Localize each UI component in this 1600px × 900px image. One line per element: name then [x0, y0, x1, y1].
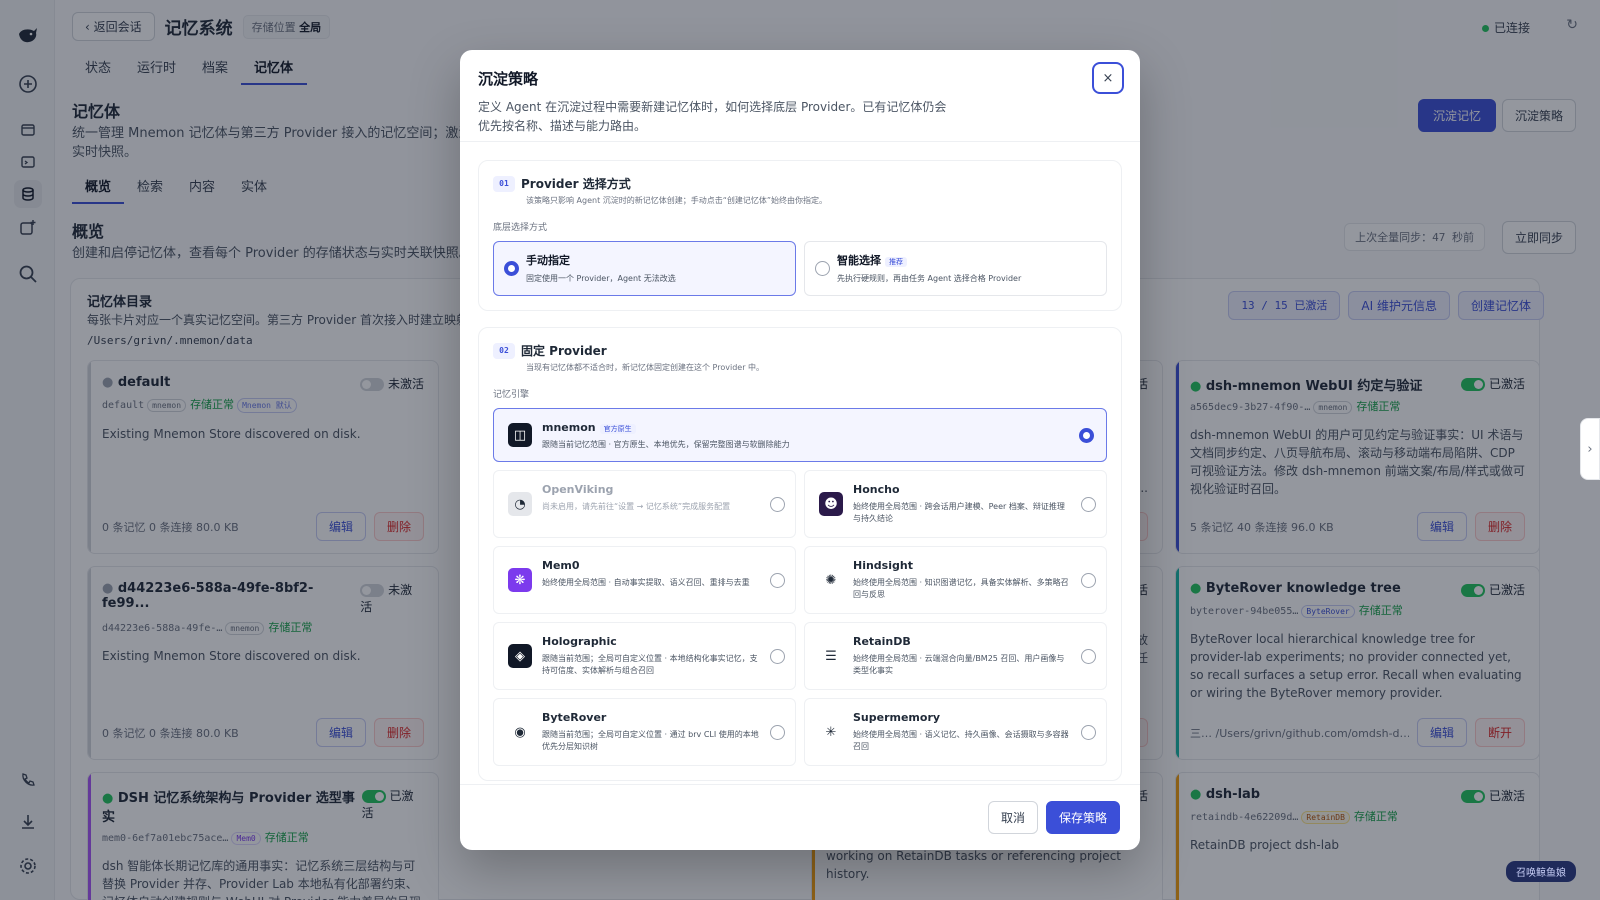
option-title: 智能选择	[837, 254, 881, 267]
provider-desc: 始终使用全局范围 · 跨会话用户建模、Peer 档案、辩证推理与持久结论	[853, 502, 1065, 523]
provider-option[interactable]: ☰ RetainDB 始终使用全局范围 · 云端混合向量/BM25 召回、用户画像与…	[804, 622, 1107, 690]
section-fixed-provider: 02 固定 Provider 当现有记忆体都不适合时，新记忆体固定创建在这个 Pr…	[478, 327, 1122, 781]
provider-grid: ◔ OpenViking 尚未启用，请先前往“设置 → 记忆系统”完成服务配置 ☻ Ho…	[493, 470, 1107, 766]
official-badge: 官方原生	[599, 424, 636, 434]
provider-title: RetainDB	[853, 635, 911, 648]
radio-mnemon[interactable]	[1079, 428, 1094, 443]
modal-body: 01 Provider 选择方式 该策略只影响 Agent 沉淀时的新记忆体创建；…	[460, 142, 1140, 782]
modal-footer: 取消 保存策略	[460, 784, 1140, 850]
recommend-badge: 推荐	[885, 257, 907, 267]
hindsight-icon: ✺	[819, 568, 843, 592]
radio-manual[interactable]	[504, 261, 519, 276]
modal-header: 沉淀策略 定义 Agent 在沉淀过程中需要新建记忆体时，如何选择底层 Prov…	[460, 50, 1140, 142]
section-desc: 当现有记忆体都不适合时，新记忆体固定创建在这个 Provider 中。	[526, 363, 765, 372]
modal-desc: 定义 Agent 在沉淀过程中需要新建记忆体时，如何选择底层 Provider。…	[478, 100, 947, 133]
supermemory-icon: ✳	[819, 720, 843, 744]
section-selection-mode: 01 Provider 选择方式 该策略只影响 Agent 沉淀时的新记忆体创建；…	[478, 160, 1122, 311]
provider-option[interactable]: ☻ Honcho 始终使用全局范围 · 跨会话用户建模、Peer 档案、辩证推理与持…	[804, 470, 1107, 538]
byterover-icon: ◉	[508, 720, 532, 744]
close-icon[interactable]: ×	[1092, 62, 1124, 94]
option-manual[interactable]: 手动指定 固定使用一个 Provider，Agent 无法改选	[493, 241, 796, 296]
provider-radio[interactable]	[770, 497, 785, 512]
field-label: 记忆引擎	[493, 390, 530, 400]
provider-mnemon[interactable]: ◫ mnemon 官方原生 跟随当前记忆范围 · 官方原生、本地优先，保留完整图谱…	[493, 408, 1107, 462]
radio-smart[interactable]	[815, 261, 830, 276]
provider-title: Honcho	[853, 483, 900, 496]
provider-desc: 始终使用全局范围 · 自动事实提取、语义召回、重排与去重	[542, 578, 750, 587]
provider-title: Mem0	[542, 559, 580, 572]
provider-title: ByteRover	[542, 711, 607, 724]
provider-option[interactable]: ◔ OpenViking 尚未启用，请先前往“设置 → 记忆系统”完成服务配置	[493, 470, 796, 538]
mem0-icon: ❋	[508, 568, 532, 592]
provider-desc: 始终使用全局范围 · 语义记忆、持久画像、会话摄取与多容器召回	[853, 730, 1069, 751]
provider-radio[interactable]	[770, 725, 785, 740]
provider-desc: 跟随当前记忆范围 · 官方原生、本地优先，保留完整图谱与软删除能力	[542, 440, 790, 449]
provider-desc: 始终使用全局范围 · 知识图谱记忆，具备实体解析、多策略召回与反思	[853, 578, 1069, 599]
section-heading: Provider 选择方式	[521, 177, 631, 191]
section-number: 02	[493, 342, 515, 359]
option-title: 手动指定	[526, 254, 570, 267]
field-label: 底层选择方式	[493, 223, 548, 233]
modal-title: 沉淀策略	[478, 70, 539, 88]
save-policy-button[interactable]: 保存策略	[1045, 801, 1120, 834]
provider-title: Hindsight	[853, 559, 913, 572]
assistant-badge[interactable]: 召唤鲸鱼娘	[1506, 861, 1576, 882]
provider-option[interactable]: ◈ Holographic 跟随当前范围；全局可自定义位置 · 本地结构化事实记忆，…	[493, 622, 796, 690]
openviking-icon: ◔	[508, 492, 532, 516]
policy-modal: 沉淀策略 定义 Agent 在沉淀过程中需要新建记忆体时，如何选择底层 Prov…	[460, 50, 1140, 850]
provider-radio[interactable]	[770, 573, 785, 588]
provider-radio[interactable]	[1081, 497, 1096, 512]
provider-option[interactable]: ◉ ByteRover 跟随当前范围；全局可自定义位置 · 通过 brv CLI 使…	[493, 698, 796, 766]
provider-option[interactable]: ❋ Mem0 始终使用全局范围 · 自动事实提取、语义召回、重排与去重	[493, 546, 796, 614]
provider-desc: 始终使用全局范围 · 云端混合向量/BM25 召回、用户画像与类型化事实	[853, 654, 1065, 675]
provider-radio[interactable]	[1081, 725, 1096, 740]
mnemon-icon: ◫	[508, 423, 532, 447]
provider-radio[interactable]	[1081, 649, 1096, 664]
cancel-button[interactable]: 取消	[987, 801, 1038, 834]
holographic-icon: ◈	[508, 644, 532, 668]
provider-option[interactable]: ✺ Hindsight 始终使用全局范围 · 知识图谱记忆，具备实体解析、多策略召回…	[804, 546, 1107, 614]
section-number: 01	[493, 175, 515, 192]
provider-title: Holographic	[542, 635, 617, 648]
provider-desc: 跟随当前范围；全局可自定义位置 · 本地结构化事实记忆，支持可信度、实体解析与组…	[542, 654, 758, 675]
provider-radio[interactable]	[770, 649, 785, 664]
option-desc: 先执行硬规则，再由任务 Agent 选择合格 Provider	[837, 274, 1022, 283]
provider-desc: 尚未启用，请先前往“设置 → 记忆系统”完成服务配置	[542, 502, 731, 511]
option-smart[interactable]: 智能选择 推荐 先执行硬规则，再由任务 Agent 选择合格 Provider	[804, 241, 1107, 296]
retaindb-icon: ☰	[819, 644, 843, 668]
honcho-icon: ☻	[819, 492, 843, 516]
section-heading: 固定 Provider	[521, 344, 607, 358]
provider-title: mnemon	[542, 421, 596, 434]
provider-desc: 跟随当前范围；全局可自定义位置 · 通过 brv CLI 使用的本地优先分层知识…	[542, 730, 759, 751]
provider-radio[interactable]	[1081, 573, 1096, 588]
chevron-right-icon[interactable]: ›	[1580, 418, 1600, 480]
section-desc: 该策略只影响 Agent 沉淀时的新记忆体创建；手动点击“创建记忆体”始终由你指…	[526, 196, 828, 205]
option-desc: 固定使用一个 Provider，Agent 无法改选	[526, 274, 676, 283]
provider-title: OpenViking	[542, 483, 614, 496]
provider-option[interactable]: ✳ Supermemory 始终使用全局范围 · 语义记忆、持久画像、会话摄取与多容…	[804, 698, 1107, 766]
provider-title: Supermemory	[853, 711, 941, 724]
